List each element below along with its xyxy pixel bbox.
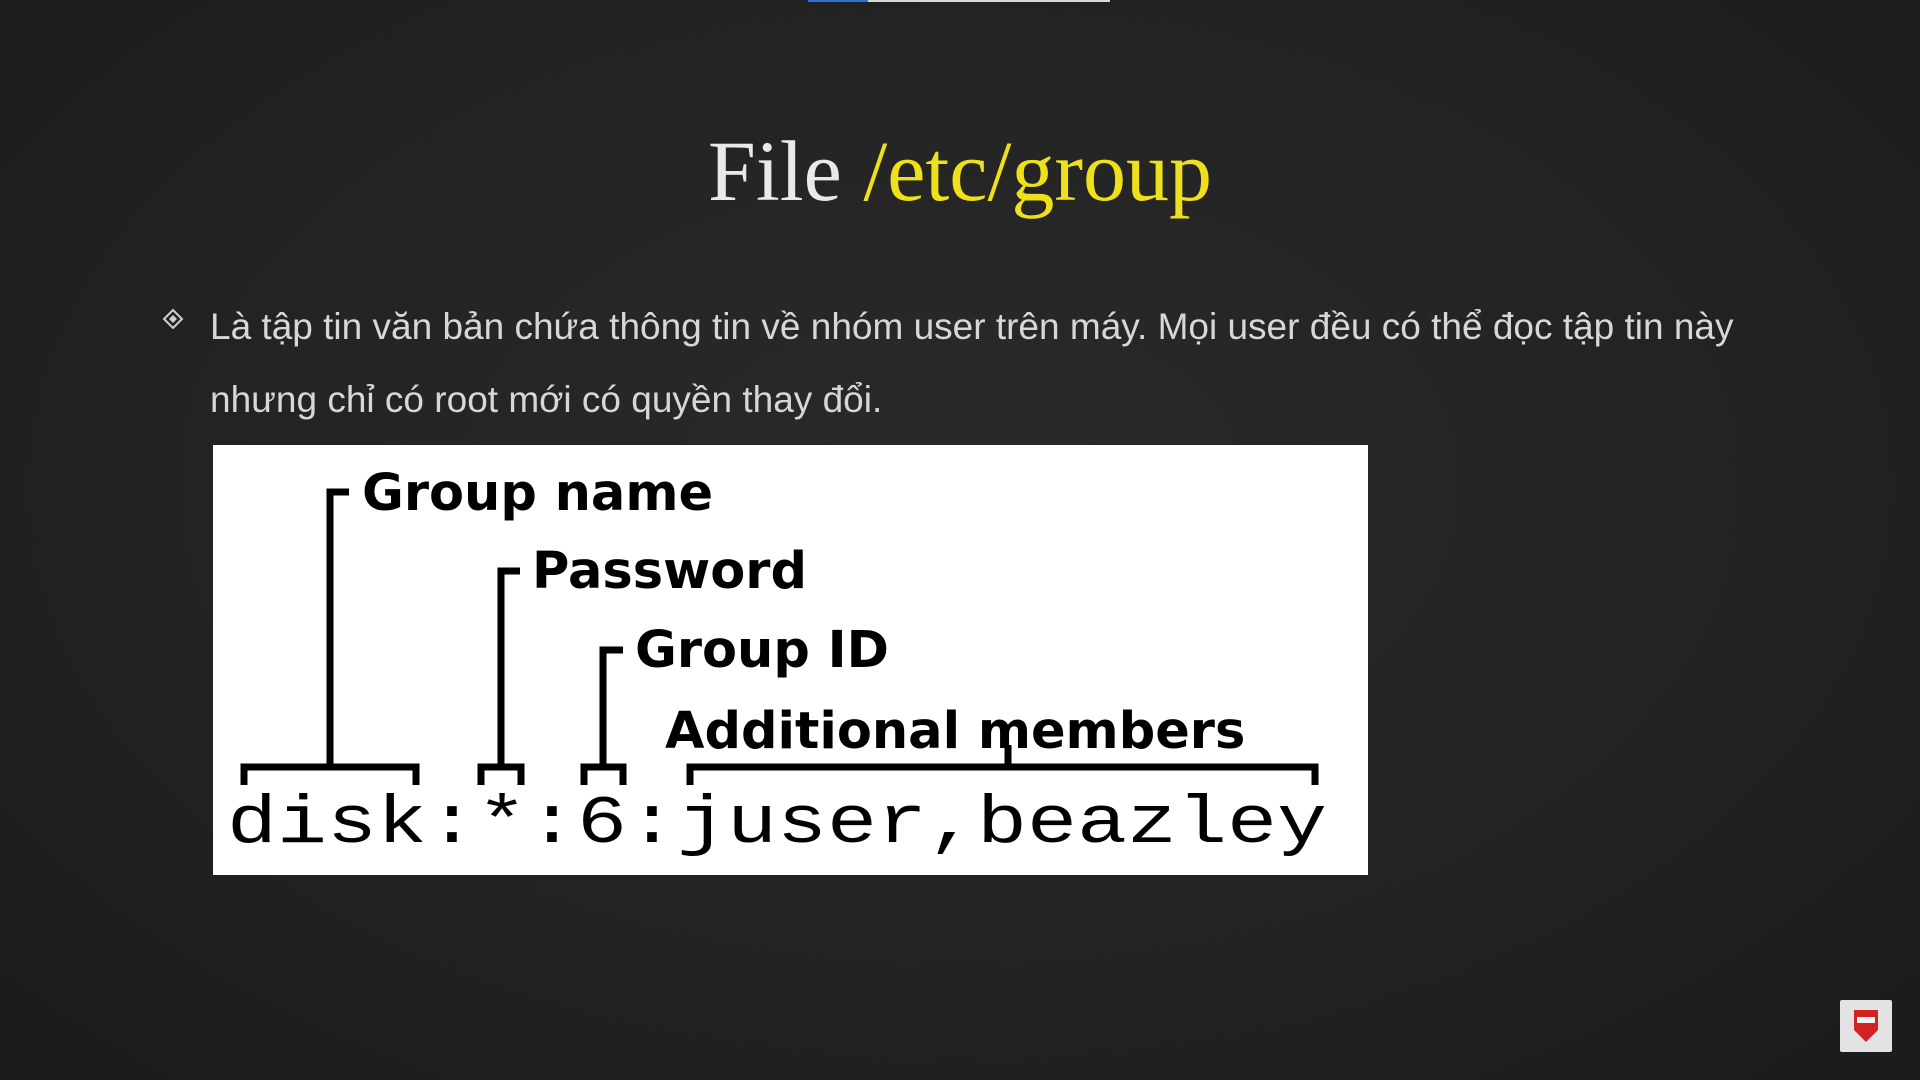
example-line: disk:*:6:juser,beazley	[227, 786, 1327, 863]
video-progress-bar[interactable]	[808, 0, 1110, 2]
diamond-bullet-icon	[162, 308, 184, 330]
label-group-name: Group name	[362, 464, 713, 523]
group-format-diagram: Group name Password Group ID Additional …	[213, 445, 1368, 875]
password-bracket	[477, 763, 525, 785]
password-pointer	[497, 567, 520, 765]
diagram-svg: Group name Password Group ID Additional …	[227, 464, 1327, 863]
channel-logo-graphic	[1854, 1010, 1878, 1042]
title-path: /etc/group	[863, 123, 1212, 219]
channel-logo-icon[interactable]	[1840, 1000, 1892, 1052]
slide-title: File /etc/group	[0, 120, 1920, 223]
label-additional-members: Additional members	[665, 702, 1245, 761]
group-name-pointer	[326, 488, 349, 765]
label-group-id: Group ID	[635, 621, 889, 680]
title-prefix: File	[708, 123, 842, 219]
label-password: Password	[532, 542, 807, 601]
group-name-bracket	[240, 763, 420, 785]
video-progress-fill	[808, 0, 869, 2]
bullet-item: Là tập tin văn bản chứa thông tin về nhó…	[162, 290, 1782, 436]
group-id-bracket	[580, 763, 627, 785]
bullet-text: Là tập tin văn bản chứa thông tin về nhó…	[210, 306, 1734, 420]
group-id-pointer	[599, 646, 623, 765]
members-bracket	[686, 763, 1319, 785]
